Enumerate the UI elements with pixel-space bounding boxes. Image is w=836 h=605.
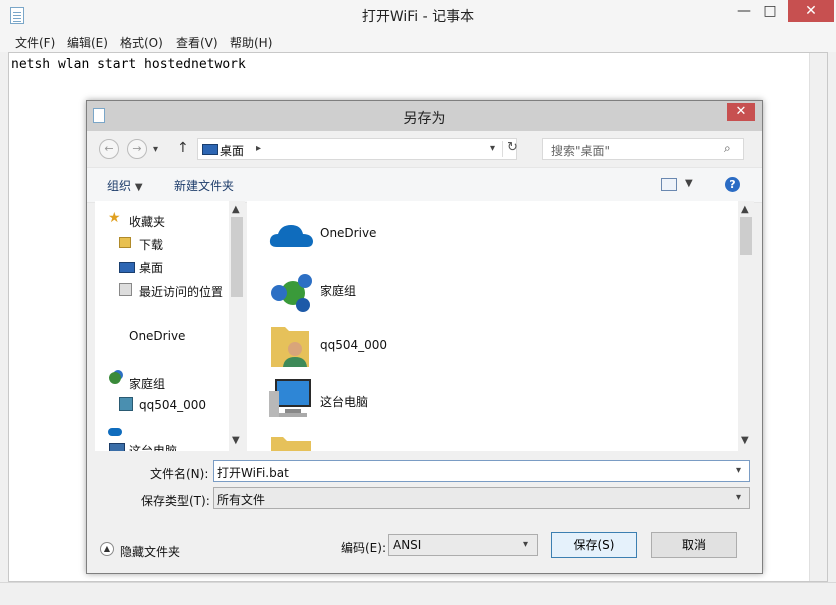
menu-edit[interactable]: 编辑(E) xyxy=(67,34,108,51)
nav-item-recent-places[interactable]: 最近访问的位置 xyxy=(139,283,223,300)
user-folder-icon xyxy=(269,321,313,369)
nav-item-this-pc-row: 这台电脑 xyxy=(95,433,229,451)
star-icon: ★ xyxy=(108,210,121,226)
file-list-scroll-thumb[interactable] xyxy=(740,217,752,255)
new-folder-button[interactable]: 新建文件夹 xyxy=(174,177,234,194)
up-arrow-icon[interactable]: ↑ xyxy=(177,140,189,156)
filename-dropdown-icon[interactable]: ▾ xyxy=(736,465,741,476)
organize-dropdown-icon: ▼ xyxy=(134,182,143,193)
file-list-scrollbar[interactable]: ▲ ▼ xyxy=(738,201,754,451)
dialog-titlebar: 另存为 ✕ xyxy=(87,101,762,131)
hide-folders-button[interactable]: 隐藏文件夹 xyxy=(120,543,180,560)
user-icon xyxy=(119,397,133,411)
dialog-close-button[interactable]: ✕ xyxy=(727,103,755,121)
window-title: 打开WiFi - 记事本 xyxy=(361,9,475,25)
filename-label: 文件名(N): xyxy=(150,467,209,481)
menu-file[interactable]: 文件(F) xyxy=(15,34,55,51)
cancel-button[interactable]: 取消 xyxy=(651,532,737,558)
computer-icon xyxy=(109,443,125,451)
dialog-title: 另存为 xyxy=(403,111,446,127)
filetype-dropdown-icon[interactable]: ▾ xyxy=(736,492,741,503)
file-list: OneDrive 家庭组 qq504_000 这台电脑 xyxy=(247,201,754,451)
save-as-dialog: 另存为 ✕ ← → ▾ ↑ 桌面 ▸ ▾ ↻ 搜索"桌面" ⌕ 组织 ▼ 新建文… xyxy=(86,100,763,574)
filetype-value: 所有文件 xyxy=(217,493,266,507)
nav-item-homegroup[interactable]: 家庭组 xyxy=(129,375,165,392)
scroll-up-icon[interactable]: ▲ xyxy=(741,204,749,215)
menu-view[interactable]: 查看(V) xyxy=(176,34,218,51)
organize-button[interactable]: 组织 ▼ xyxy=(107,177,143,194)
back-arrow-icon[interactable]: ← xyxy=(99,139,119,159)
menu-format[interactable]: 格式(O) xyxy=(120,34,163,51)
status-bar xyxy=(0,582,836,605)
onedrive-cloud-icon xyxy=(267,221,315,249)
nav-scroll-thumb[interactable] xyxy=(231,217,243,297)
breadcrumb-chevron-icon[interactable]: ▸ xyxy=(256,143,261,154)
organize-label: 组织 xyxy=(107,179,132,193)
folder-icon[interactable] xyxy=(269,433,313,451)
search-placeholder: 搜索"桌面" xyxy=(551,144,611,158)
nav-item-downloads[interactable]: 下载 xyxy=(139,236,163,253)
nav-item-user[interactable]: qq504_000 xyxy=(139,398,206,412)
homegroup-icon xyxy=(267,271,315,313)
scroll-down-icon[interactable]: ▼ xyxy=(741,435,749,446)
dialog-bottom-panel: 文件名(N): 打开WiFi.bat ▾ 保存类型(T): 所有文件 ▾ ▲ 隐… xyxy=(87,451,762,573)
scroll-up-icon[interactable]: ▲ xyxy=(232,204,240,215)
filetype-select[interactable]: 所有文件 ▾ xyxy=(213,487,750,509)
encoding-label: 编码(E): xyxy=(341,541,386,555)
encoding-dropdown-icon[interactable]: ▾ xyxy=(523,539,528,550)
filetype-label: 保存类型(T): xyxy=(141,494,210,508)
view-dropdown-icon[interactable]: ▼ xyxy=(685,178,693,189)
editor-text: netsh wlan start hostednetwork xyxy=(11,57,246,72)
homegroup-icon xyxy=(109,372,121,384)
help-icon[interactable]: ? xyxy=(725,177,740,192)
view-options-icon[interactable] xyxy=(661,178,677,191)
search-input[interactable]: 搜索"桌面" ⌕ xyxy=(542,138,744,160)
nav-item-this-pc[interactable]: 这台电脑 xyxy=(129,442,177,451)
search-icon[interactable]: ⌕ xyxy=(724,141,731,156)
nav-pane-scrollbar[interactable]: ▲ ▼ xyxy=(229,201,245,451)
nav-item-desktop[interactable]: 桌面 xyxy=(139,259,163,276)
scroll-down-icon[interactable]: ▼ xyxy=(232,435,240,446)
encoding-select[interactable]: ANSI ▾ xyxy=(388,534,538,556)
content-item-homegroup[interactable]: 家庭组 xyxy=(320,282,356,299)
navigation-pane: ★ 收藏夹 下载 桌面 最近访问的位置 OneDrive 家庭组 qq504_0… xyxy=(95,201,245,451)
filename-input[interactable]: 打开WiFi.bat ▾ xyxy=(213,460,750,482)
desktop-icon xyxy=(119,262,135,273)
dialog-toolbar: 组织 ▼ 新建文件夹 ▼ ? xyxy=(87,167,762,203)
recent-places-icon xyxy=(119,283,132,296)
navigation-bar: ← → ▾ ↑ 桌面 ▸ ▾ ↻ 搜索"桌面" ⌕ xyxy=(87,131,762,167)
address-bar[interactable]: 桌面 ▸ ▾ ↻ xyxy=(197,138,518,160)
encoding-value: ANSI xyxy=(393,538,422,552)
editor-scrollbar[interactable] xyxy=(809,53,827,581)
filename-value: 打开WiFi.bat xyxy=(217,466,289,480)
save-button[interactable]: 保存(S) xyxy=(551,532,637,558)
notepad-titlebar: 打开WiFi - 记事本 — □ ✕ xyxy=(0,0,836,33)
computer-icon xyxy=(267,377,315,421)
recent-dropdown-icon[interactable]: ▾ xyxy=(153,144,158,155)
forward-arrow-icon[interactable]: → xyxy=(127,139,147,159)
desktop-icon xyxy=(202,144,218,155)
content-item-user[interactable]: qq504_000 xyxy=(320,338,387,352)
close-button[interactable]: ✕ xyxy=(788,0,834,22)
nav-item-favorites[interactable]: 收藏夹 xyxy=(129,213,165,230)
nav-item-onedrive[interactable]: OneDrive xyxy=(129,329,185,343)
chevron-up-icon[interactable]: ▲ xyxy=(100,542,114,556)
address-dropdown-icon[interactable]: ▾ xyxy=(490,143,495,154)
content-item-onedrive[interactable]: OneDrive xyxy=(320,226,376,240)
menu-help[interactable]: 帮助(H) xyxy=(230,34,272,51)
download-folder-icon xyxy=(119,237,131,248)
divider xyxy=(502,141,503,157)
menu-bar: 文件(F) 编辑(E) 格式(O) 查看(V) 帮助(H) xyxy=(0,32,836,52)
address-location[interactable]: 桌面 xyxy=(220,142,244,159)
maximize-button[interactable]: □ xyxy=(752,0,788,22)
refresh-icon[interactable]: ↻ xyxy=(507,140,518,155)
content-item-this-pc[interactable]: 这台电脑 xyxy=(320,393,368,410)
